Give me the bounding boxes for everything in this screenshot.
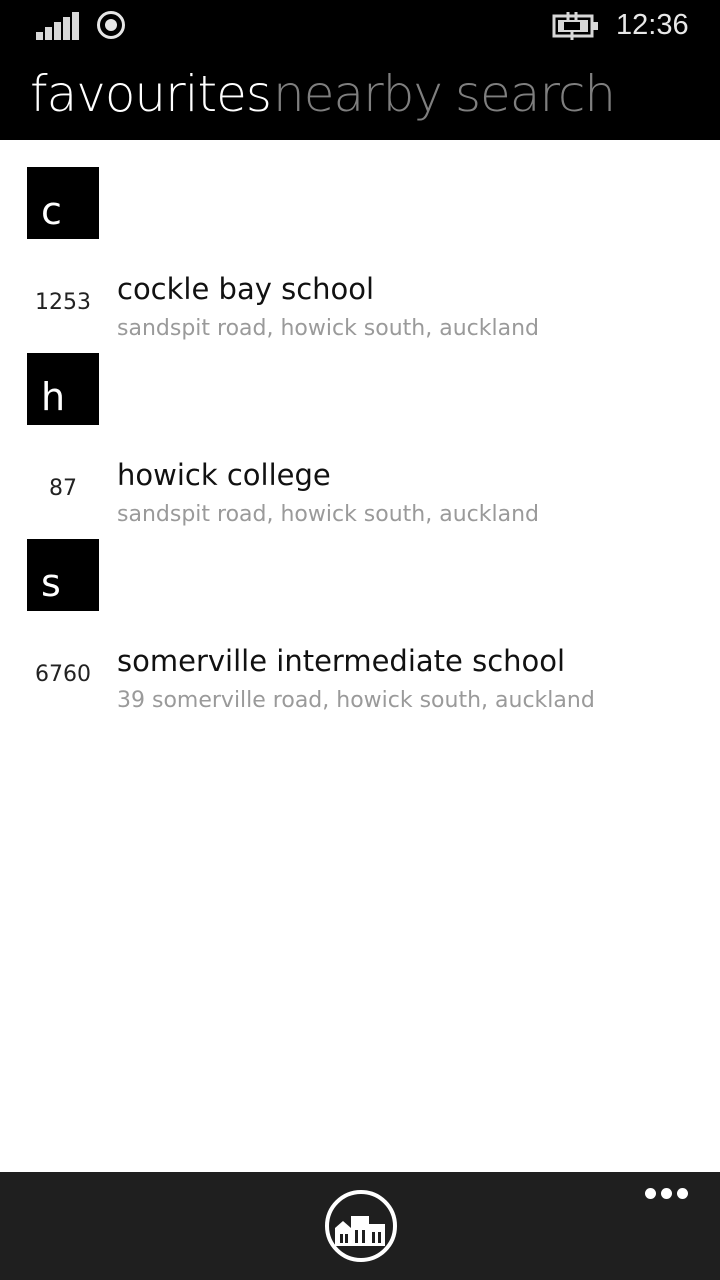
list-item[interactable]: 87 howick college sandspit road, howick … <box>0 448 720 538</box>
pivot-header: favourites nearby search <box>0 50 720 140</box>
location-ring-icon <box>97 11 125 39</box>
school-buildings-icon <box>335 1216 385 1246</box>
group-letter: s <box>41 561 61 605</box>
item-address: sandspit road, howick south, auckland <box>117 316 539 341</box>
tab-nearby[interactable]: nearby <box>273 64 443 124</box>
item-number: 1253 <box>35 290 91 315</box>
status-bar: 12:36 <box>0 0 720 50</box>
group-header-s[interactable]: s <box>27 539 99 611</box>
item-title: cockle bay school <box>117 272 375 306</box>
item-number: 87 <box>49 476 77 501</box>
group-letter: c <box>41 189 62 233</box>
group-letter: h <box>41 375 66 419</box>
tab-search[interactable]: search <box>455 64 616 124</box>
item-address: sandspit road, howick south, auckland <box>117 502 539 527</box>
more-dots-icon[interactable] <box>640 1184 690 1204</box>
item-address: 39 somerville road, howick south, auckla… <box>117 688 595 713</box>
clock-time: 12:36 <box>616 9 689 41</box>
battery-charging-icon <box>552 12 598 40</box>
group-header-h[interactable]: h <box>27 353 99 425</box>
list-item[interactable]: 6760 somerville intermediate school 39 s… <box>0 634 720 724</box>
app-screen: 12:36 favourites nearby search c 1253 co… <box>0 0 720 1280</box>
item-title: howick college <box>117 458 331 492</box>
group-header-c[interactable]: c <box>27 167 99 239</box>
item-number: 6760 <box>35 662 91 687</box>
signal-bars-icon <box>36 12 80 40</box>
app-bar <box>0 1172 720 1280</box>
school-buildings-button[interactable] <box>325 1190 397 1262</box>
list-item[interactable]: 1253 cockle bay school sandspit road, ho… <box>0 262 720 352</box>
tab-favourites[interactable]: favourites <box>30 64 272 124</box>
item-title: somerville intermediate school <box>117 644 566 678</box>
